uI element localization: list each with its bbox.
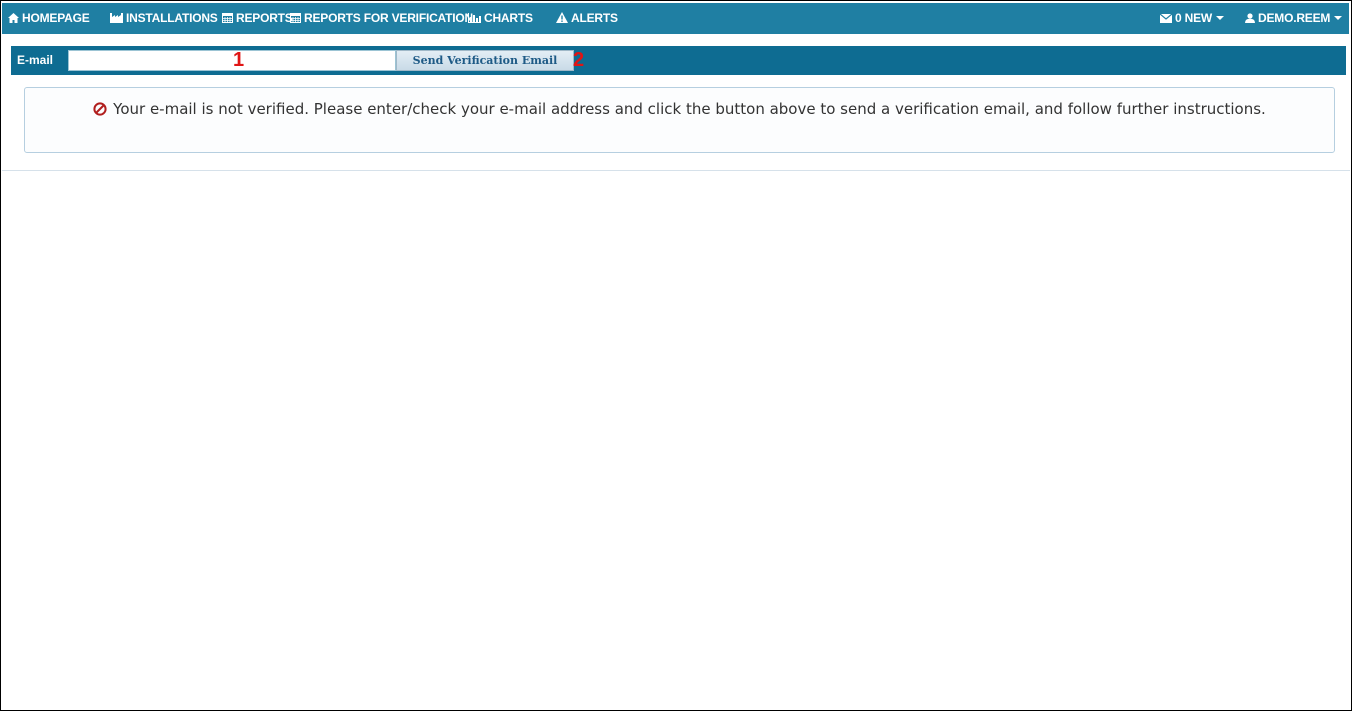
calendar-icon (290, 13, 301, 23)
calendar-icon (222, 13, 233, 23)
nav-homepage-label: HOMEPAGE (22, 11, 90, 25)
nav-charts-label: CHARTS (484, 11, 533, 25)
home-icon (8, 13, 19, 23)
bar-chart-icon (468, 13, 481, 23)
step-marker-1: 1 (233, 49, 245, 71)
send-verification-email-button[interactable]: Send Verification Email (396, 50, 574, 71)
chevron-down-icon (1334, 16, 1343, 20)
nav-charts[interactable]: CHARTS (468, 3, 533, 34)
step-marker-2: 2 (573, 49, 585, 71)
divider (2, 170, 1350, 171)
email-label: E-mail (17, 53, 54, 67)
nav-reports[interactable]: REPORTS (222, 3, 293, 34)
nav-alerts[interactable]: ALERTS (556, 3, 618, 34)
ban-icon (93, 102, 107, 116)
nav-reports-label: REPORTS (236, 11, 293, 25)
verification-alert: Your e-mail is not verified. Please ente… (24, 87, 1335, 153)
top-navigation-bar: HOMEPAGE INSTALLATIONS REPORTS REPORTS F… (2, 3, 1349, 34)
nav-user-dropdown[interactable]: DEMO.REEM (1245, 3, 1343, 34)
nav-messages-label: 0 NEW (1175, 11, 1213, 25)
nav-alerts-label: ALERTS (571, 11, 618, 25)
chevron-down-icon (1216, 16, 1225, 20)
user-icon (1245, 13, 1255, 23)
nav-user-label: DEMO.REEM (1258, 11, 1331, 25)
nav-messages-dropdown[interactable]: 0 NEW (1159, 3, 1225, 34)
warning-icon (556, 12, 568, 23)
nav-homepage[interactable]: HOMEPAGE (8, 3, 90, 34)
factory-icon (110, 13, 123, 23)
nav-installations[interactable]: INSTALLATIONS (110, 3, 218, 34)
email-input[interactable] (68, 50, 396, 71)
nav-reports-for-verification-label: REPORTS FOR VERIFICATION (304, 11, 473, 25)
envelope-icon (1159, 13, 1173, 23)
nav-reports-for-verification[interactable]: REPORTS FOR VERIFICATION (290, 3, 473, 34)
page-frame: HOMEPAGE INSTALLATIONS REPORTS REPORTS F… (0, 0, 1352, 711)
nav-installations-label: INSTALLATIONS (126, 11, 218, 25)
alert-message: Your e-mail is not verified. Please ente… (113, 100, 1266, 118)
email-verification-bar: E-mail Send Verification Email (11, 46, 1346, 75)
